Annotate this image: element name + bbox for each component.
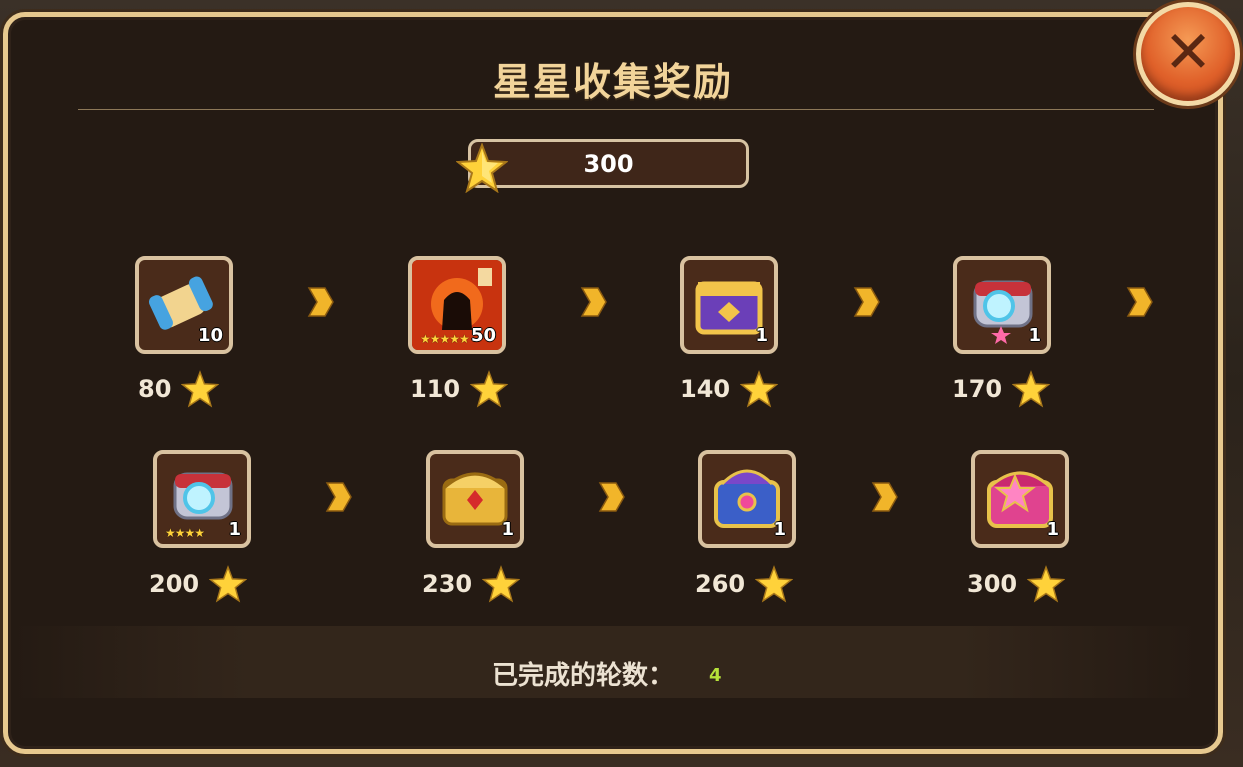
reward-slot-summon-ring-4star[interactable]: ★★★★ 1 bbox=[153, 450, 251, 548]
title-divider bbox=[78, 109, 1154, 110]
reward-slot-gold-chest[interactable]: 1 bbox=[426, 450, 524, 548]
arrow-right-icon bbox=[598, 482, 625, 512]
cost-value: 170 bbox=[952, 375, 1003, 403]
reward-qty: 1 bbox=[228, 519, 241, 540]
reward-slot-summon-ring[interactable]: 1 bbox=[953, 256, 1051, 354]
cost-value: 80 bbox=[138, 375, 172, 403]
cost-value: 140 bbox=[680, 375, 731, 403]
reward-slot-scroll[interactable]: 10 bbox=[135, 256, 233, 354]
star-icon bbox=[181, 370, 220, 408]
star-icon bbox=[482, 565, 521, 603]
arrow-right-icon bbox=[580, 287, 607, 317]
reward-qty: 1 bbox=[501, 519, 514, 540]
star-icon bbox=[1027, 565, 1066, 603]
reward-cost: 170 bbox=[952, 369, 1051, 409]
reward-cost: 300 bbox=[967, 564, 1066, 604]
star-total-bar: 300 bbox=[468, 139, 749, 188]
reward-cost: 140 bbox=[680, 369, 779, 409]
cost-value: 300 bbox=[967, 570, 1018, 598]
cost-value: 200 bbox=[149, 570, 200, 598]
cost-value: 260 bbox=[695, 570, 746, 598]
reward-cost: 230 bbox=[422, 564, 521, 604]
reward-qty: 1 bbox=[755, 325, 768, 346]
reward-qty: 1 bbox=[773, 519, 786, 540]
star-icon bbox=[456, 143, 508, 193]
reward-qty: 10 bbox=[197, 325, 223, 346]
reward-qty: 1 bbox=[1046, 519, 1059, 540]
star-icon bbox=[209, 565, 248, 603]
arrow-right-icon bbox=[325, 482, 352, 512]
reward-cost: 200 bbox=[149, 564, 248, 604]
reward-qty: 1 bbox=[1028, 325, 1041, 346]
star-total-value: 300 bbox=[583, 149, 634, 178]
close-button[interactable]: ✕ bbox=[1136, 2, 1240, 106]
star-icon bbox=[740, 370, 779, 408]
rounds-label: 已完成的轮数： bbox=[492, 661, 675, 691]
reward-slot-pink-star-chest[interactable]: 1 bbox=[971, 450, 1069, 548]
arrow-right-icon bbox=[307, 287, 334, 317]
reward-qty: 50 bbox=[470, 325, 496, 346]
rounds-value: 4 bbox=[709, 665, 722, 686]
star-icon bbox=[470, 370, 509, 408]
reward-cost: 110 bbox=[410, 369, 509, 409]
reward-cost: 260 bbox=[695, 564, 794, 604]
cost-value: 110 bbox=[410, 375, 461, 403]
star-icon bbox=[755, 565, 794, 603]
reward-slot-purple-chest[interactable]: 1 bbox=[680, 256, 778, 354]
reward-slot-monster[interactable]: ★★★★★ 50 bbox=[408, 256, 506, 354]
cost-value: 230 bbox=[422, 570, 473, 598]
reward-slot-blue-purple-chest[interactable]: 1 bbox=[698, 450, 796, 548]
rarity-stars: ★★★★★ bbox=[420, 332, 470, 346]
arrow-right-icon bbox=[1126, 287, 1153, 317]
close-x-icon: ✕ bbox=[1163, 18, 1213, 86]
reward-cost: 80 bbox=[138, 369, 220, 409]
arrow-right-icon bbox=[871, 482, 898, 512]
rarity-stars: ★★★★ bbox=[165, 526, 205, 540]
star-icon bbox=[1012, 370, 1051, 408]
panel-title: 星星收集奖励 bbox=[492, 60, 733, 104]
arrow-right-icon bbox=[853, 287, 880, 317]
